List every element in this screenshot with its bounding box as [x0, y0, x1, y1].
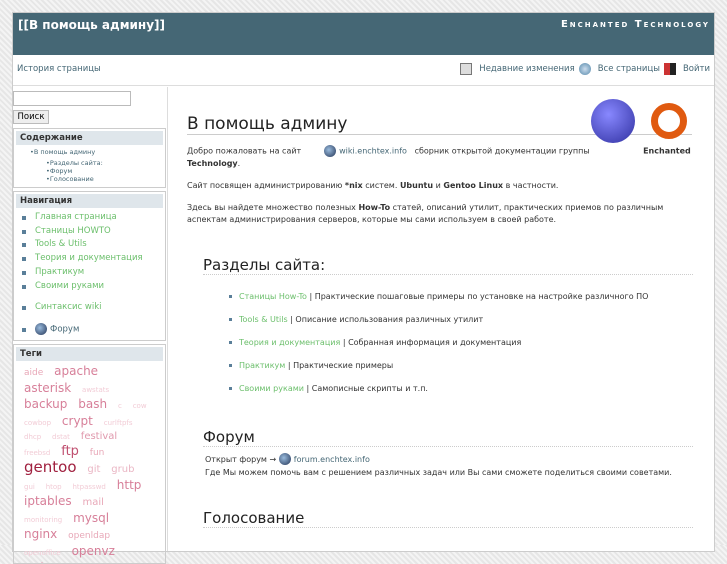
- all-pages-link[interactable]: Все страницы: [598, 64, 660, 74]
- tag-link[interactable]: curlftpfs: [104, 416, 133, 431]
- nav-item-syntax[interactable]: Синтаксис wiki: [16, 301, 163, 315]
- login-icon: [663, 63, 676, 75]
- page: [[В помощь админу]] Enchanted Technology…: [12, 12, 715, 564]
- ubuntu-logo: [651, 103, 687, 139]
- tag-link[interactable]: gentoo: [24, 460, 77, 475]
- nav-item[interactable]: Главная страница: [16, 211, 163, 225]
- tag-link[interactable]: nginx: [24, 527, 57, 542]
- recent-changes-link[interactable]: Недавние изменения: [479, 64, 574, 74]
- main-content: В помощь админу Добро пожаловать на сайт…: [173, 87, 714, 551]
- tag-link[interactable]: asterisk: [24, 381, 71, 396]
- tag-link[interactable]: gui: [24, 480, 35, 495]
- tag-link[interactable]: monitoring: [24, 513, 62, 528]
- tag-link[interactable]: iptables: [24, 494, 72, 509]
- tag-link[interactable]: git: [87, 463, 100, 478]
- tags-title: Теги: [16, 347, 163, 361]
- tag-link[interactable]: ftp: [61, 444, 79, 460]
- welcome-text: Добро пожаловать на сайт wiki.enchtex.in…: [187, 145, 691, 168]
- tag-link[interactable]: festival: [81, 430, 117, 445]
- toc-title: Содержание: [16, 131, 163, 145]
- toc-item[interactable]: В помощь админу: [34, 148, 95, 156]
- tag-link[interactable]: cow: [133, 399, 147, 414]
- tag-link[interactable]: openldap: [68, 529, 110, 544]
- section-link[interactable]: Своими руками: [239, 384, 304, 393]
- section-link[interactable]: Tools & Utils: [239, 315, 288, 324]
- toc-item[interactable]: Голосование: [50, 175, 94, 183]
- tags-box: Теги aide apache asterisk awstats backup…: [13, 344, 166, 564]
- nav-item-forum[interactable]: Форум: [16, 322, 163, 337]
- list-item: Tools & Utils | Описание использования р…: [229, 308, 700, 331]
- list-item: Теория и документация | Собранная информ…: [229, 331, 700, 354]
- forum-text: Открыт форум → forum.enchtex.info Где Мы …: [205, 453, 672, 477]
- forum-link[interactable]: forum.enchtex.info: [294, 455, 370, 464]
- site-title-link[interactable]: [[В помощь админу]]: [18, 18, 165, 32]
- list-item: Своими руками | Самописные скрипты и т.п…: [229, 377, 700, 400]
- tag-link[interactable]: crypt: [62, 414, 93, 429]
- tag-link[interactable]: http: [117, 478, 142, 493]
- page-history-link[interactable]: История страницы: [17, 64, 101, 74]
- tag-link[interactable]: dhcp: [24, 430, 41, 445]
- tag-link[interactable]: mysql: [73, 511, 109, 526]
- login-link[interactable]: Войти: [683, 64, 710, 74]
- tag-link[interactable]: portage: [24, 560, 63, 563]
- tag-link[interactable]: c: [118, 399, 122, 414]
- recent-changes-icon: [460, 63, 473, 75]
- toc-box: Содержание •В помощь админу •Разделы сай…: [13, 128, 166, 188]
- vote-heading: Голосование: [203, 509, 693, 528]
- tag-link[interactable]: awstats: [82, 383, 109, 398]
- tag-link[interactable]: fun: [90, 446, 105, 461]
- tag-link[interactable]: cowbop: [24, 416, 51, 431]
- tag-link[interactable]: grub: [111, 463, 134, 478]
- globe-icon: [324, 145, 337, 157]
- tag-link[interactable]: openoffice: [24, 546, 61, 561]
- globe-icon: [35, 322, 47, 335]
- tag-link[interactable]: htpasswd: [73, 480, 106, 495]
- sections-list: Станицы How-To | Практические пошаговые …: [229, 285, 700, 400]
- tag-link[interactable]: mail: [82, 496, 103, 511]
- section-link[interactable]: Станицы How-To: [239, 292, 307, 301]
- brand: Enchanted Technology: [560, 19, 710, 30]
- tag-link[interactable]: postgresql: [74, 560, 111, 563]
- intro-text: Сайт посвящен администрированию *nix сис…: [187, 180, 559, 190]
- nav-item[interactable]: Tools & Utils: [16, 238, 163, 252]
- sections-heading: Разделы сайта:: [203, 256, 693, 275]
- tag-link[interactable]: dstat: [52, 430, 70, 445]
- tag-link[interactable]: apache: [54, 364, 98, 379]
- nav-item[interactable]: Теория и документация: [16, 252, 163, 266]
- tag-cloud: aide apache asterisk awstats backup bash…: [16, 361, 163, 563]
- tag-link[interactable]: bash: [78, 397, 107, 412]
- nav-title: Навигация: [16, 194, 163, 208]
- section-link[interactable]: Теория и документация: [239, 338, 340, 347]
- list-item: Практикум | Практические примеры: [229, 354, 700, 377]
- search-pages-icon: [578, 63, 591, 75]
- tag-link[interactable]: htop: [46, 480, 62, 495]
- search-button[interactable]: Поиск: [13, 110, 49, 124]
- wiki-link[interactable]: wiki.enchtex.info: [339, 147, 407, 156]
- forum-heading: Форум: [203, 428, 693, 447]
- search-input[interactable]: [13, 91, 131, 106]
- gentoo-logo: [591, 99, 635, 143]
- toc-item[interactable]: Разделы сайта:: [50, 159, 103, 167]
- toc-item[interactable]: Форум: [50, 167, 72, 175]
- section-link[interactable]: Практикум: [239, 361, 285, 370]
- howto-text: Здесь вы найдете множество полезных How-…: [187, 202, 664, 224]
- tag-link[interactable]: backup: [24, 397, 67, 412]
- header: [[В помощь админу]] Enchanted Technology: [13, 13, 714, 55]
- nav-item[interactable]: Практикум: [16, 266, 163, 280]
- tag-link[interactable]: aide: [24, 366, 43, 381]
- sidebar: Поиск Содержание •В помощь админу •Разде…: [13, 87, 168, 564]
- nav-forum-label: Форум: [50, 324, 80, 335]
- nav-item[interactable]: Станицы HOWTO: [16, 225, 163, 239]
- tag-link[interactable]: openvz: [72, 544, 115, 559]
- globe-icon: [278, 453, 291, 465]
- nav-item[interactable]: Своими руками: [16, 280, 163, 294]
- list-item: Станицы How-To | Практические пошаговые …: [229, 285, 700, 308]
- toolbar: История страницы Недавние изменения Все …: [13, 55, 714, 86]
- navigation-box: Навигация Главная страница Станицы HOWTO…: [13, 191, 166, 341]
